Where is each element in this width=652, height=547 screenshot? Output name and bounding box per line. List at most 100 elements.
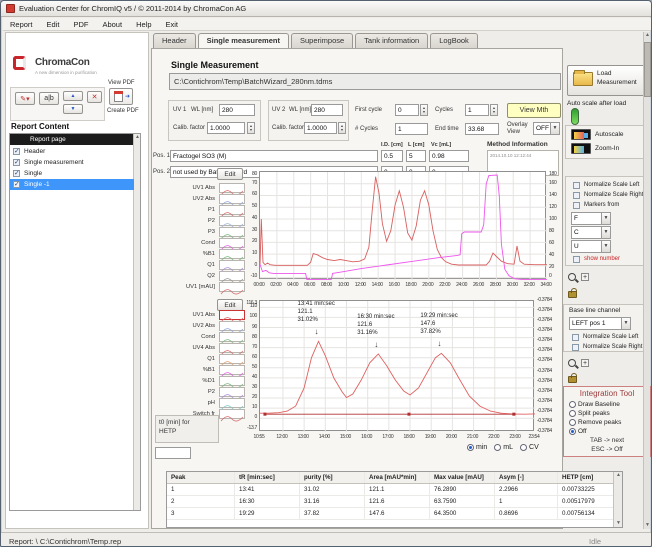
tab-logbook[interactable]: LogBook <box>430 33 478 48</box>
view-mth-button[interactable]: View Mth <box>507 103 561 118</box>
scroll-up-icon[interactable]: ▲ <box>614 472 623 479</box>
tab-tank-information[interactable]: Tank information <box>355 33 428 48</box>
menu-item-edit[interactable]: Edit <box>40 20 67 29</box>
column-header[interactable]: Peak <box>167 472 235 483</box>
checkbox-icon[interactable] <box>572 344 579 351</box>
markers-from-row[interactable]: Markers from <box>570 200 619 210</box>
integration-radio-split-peaks[interactable]: Split peaks <box>569 409 643 418</box>
autoscale-icon[interactable] <box>571 129 591 140</box>
column-header[interactable]: Asym [-] <box>495 472 558 483</box>
tab-single-measurement[interactable]: Single measurement <box>198 33 289 49</box>
show-number-row[interactable]: show number <box>570 254 620 264</box>
lock-icon[interactable] <box>568 291 577 298</box>
zoom-in-icon[interactable] <box>571 143 591 154</box>
cycles-input[interactable] <box>465 104 489 116</box>
title-bar[interactable]: Evaluation Center for ChromIQ v5 / © 201… <box>1 1 652 17</box>
chevron-down-icon[interactable]: ▼ <box>621 318 630 329</box>
checkbox-icon[interactable] <box>573 202 580 209</box>
column-header[interactable]: tR [min:sec] <box>235 472 300 483</box>
table-row[interactable]: 319:2937.82147.664.35000.86960.00756134 <box>167 508 622 520</box>
channel-thumb[interactable] <box>219 282 245 292</box>
list-item[interactable]: Single -1 <box>10 179 134 190</box>
magnifier-icon[interactable] <box>568 273 576 281</box>
view-pdf-button[interactable]: ➜ <box>109 88 133 105</box>
chevron-down-icon[interactable]: ▼ <box>601 227 610 238</box>
magnifier-icon[interactable] <box>568 359 576 367</box>
move-down-button[interactable]: ▼ <box>63 104 83 114</box>
unit-radio-ml[interactable]: mL <box>494 444 513 451</box>
list-item[interactable]: Single <box>10 168 134 179</box>
pos1-input[interactable] <box>170 150 378 162</box>
chevron-down-icon[interactable]: ▼ <box>550 123 559 134</box>
menu-item-exit[interactable]: Exit <box>159 20 186 29</box>
integration-radio-draw-baseline[interactable]: Draw Baseline <box>569 400 643 409</box>
cycles-spinner[interactable]: ▲▼ <box>490 104 498 116</box>
table-scrollbar[interactable]: ▲ ▼ <box>613 472 622 527</box>
pos1-id-input[interactable] <box>381 150 403 162</box>
first-cycle-input[interactable] <box>395 104 419 116</box>
radio-icon[interactable] <box>520 444 527 451</box>
unit-radio-cv[interactable]: CV <box>520 444 539 451</box>
checkbox-icon[interactable] <box>13 170 20 177</box>
uv1-wl-input[interactable] <box>219 104 255 116</box>
uv2-wl-input[interactable] <box>311 104 343 116</box>
checkbox-icon[interactable] <box>573 256 580 263</box>
end-time-input[interactable] <box>465 123 499 135</box>
list-item[interactable]: Single measurement <box>10 157 134 168</box>
normalize-scale-left-row2[interactable]: Normalize Scale Left <box>569 332 638 342</box>
checkbox-icon[interactable] <box>573 182 580 189</box>
menu-item-report[interactable]: Report <box>3 20 40 29</box>
tab-superimpose[interactable]: Superimpose <box>291 33 353 48</box>
t0-input[interactable] <box>155 447 191 459</box>
normalize-scale-right-row[interactable]: Normalize Scale Right <box>570 190 643 200</box>
pos1-vc-input[interactable] <box>429 150 469 162</box>
unit-radio-min[interactable]: min <box>467 444 487 451</box>
scroll-up-icon[interactable]: ▲ <box>644 32 651 39</box>
marker-dropdown-2[interactable]: C▼ <box>571 226 611 239</box>
column-header[interactable]: HETP [cm] <box>558 472 614 483</box>
list-scrollbar[interactable]: ▲ <box>133 134 140 510</box>
scroll-down-icon[interactable]: ▼ <box>644 522 651 529</box>
first-cycle-spinner[interactable]: ▲▼ <box>420 104 428 116</box>
marker-dropdown-3[interactable]: U▼ <box>571 240 611 253</box>
zoom-plus-icon[interactable]: + <box>581 359 589 367</box>
chevron-down-icon[interactable]: ▼ <box>601 213 610 224</box>
menu-item-help[interactable]: Help <box>129 20 158 29</box>
radio-icon[interactable] <box>569 410 576 417</box>
uv2-calib-input[interactable] <box>304 122 337 134</box>
checkbox-icon[interactable] <box>13 159 20 166</box>
edit-report-button[interactable]: ✎▾ <box>15 92 35 105</box>
radio-icon[interactable] <box>569 401 576 408</box>
uv1-calib-input[interactable] <box>207 122 245 134</box>
lock-icon[interactable] <box>568 376 577 383</box>
window-scrollbar[interactable]: ▲ ▼ <box>643 32 650 529</box>
normalize-scale-right-row2[interactable]: Normalize Scale Right <box>569 342 642 352</box>
marker-dropdown-1[interactable]: F▼ <box>571 212 611 225</box>
checkbox-icon[interactable] <box>572 334 579 341</box>
move-up-button[interactable]: ▲ <box>63 91 83 101</box>
radio-icon[interactable] <box>569 419 576 426</box>
checkbox-icon[interactable] <box>13 181 20 188</box>
integration-radio-off[interactable]: Off <box>569 427 643 436</box>
chevron-down-icon[interactable]: ▼ <box>601 241 610 252</box>
scroll-down-icon[interactable]: ▼ <box>614 520 623 527</box>
normalize-scale-left-row[interactable]: Normalize Scale Left <box>570 180 639 190</box>
uv2-calib-spinner[interactable]: ▲▼ <box>338 122 346 134</box>
scroll-up-icon[interactable]: ▲ <box>134 134 141 141</box>
radio-icon[interactable] <box>494 444 501 451</box>
checkbox-icon[interactable] <box>13 148 20 155</box>
pos1-l-input[interactable] <box>406 150 426 162</box>
zoom-plus-icon[interactable]: + <box>581 273 589 281</box>
auto-scale-toggle[interactable] <box>571 108 579 125</box>
menu-item-about[interactable]: About <box>95 20 129 29</box>
list-item[interactable]: Header <box>10 146 134 157</box>
table-row[interactable]: 113:4131.02121.176.28902.29660.00733225 <box>167 484 622 496</box>
scrollbar-thumb[interactable] <box>644 42 651 97</box>
chart-overview[interactable] <box>259 171 546 279</box>
column-header[interactable]: purity [%] <box>300 472 365 483</box>
column-header[interactable]: Max value [mAU] <box>430 472 495 483</box>
table-row[interactable]: 216:3031.16121.663.759010.00517979 <box>167 496 622 508</box>
uv1-calib-spinner[interactable]: ▲▼ <box>247 122 255 134</box>
checkbox-icon[interactable] <box>573 192 580 199</box>
delete-page-button[interactable]: ✕ <box>87 91 102 103</box>
